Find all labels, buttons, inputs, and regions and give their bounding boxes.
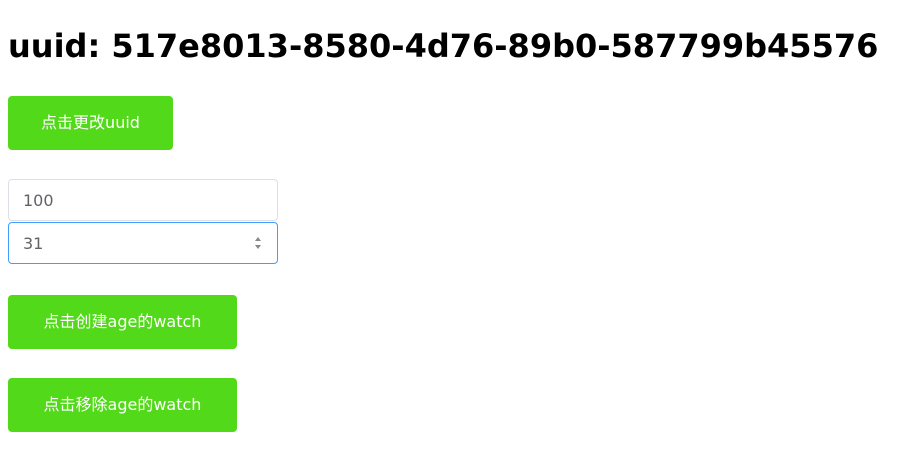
create-age-watch-button[interactable]: 点击创建age的watch bbox=[8, 295, 237, 349]
change-uuid-button[interactable]: 点击更改uuid bbox=[8, 96, 173, 150]
number-spinner[interactable] bbox=[253, 223, 263, 263]
value-input[interactable] bbox=[8, 179, 278, 221]
age-number-input[interactable]: 31 bbox=[8, 222, 278, 264]
remove-age-watch-button[interactable]: 点击移除age的watch bbox=[8, 378, 237, 432]
caret-down-icon[interactable] bbox=[255, 245, 261, 249]
caret-up-icon[interactable] bbox=[255, 237, 261, 241]
uuid-heading: uuid: 517e8013-8580-4d76-89b0-587799b455… bbox=[8, 27, 879, 65]
age-value: 31 bbox=[23, 233, 44, 253]
